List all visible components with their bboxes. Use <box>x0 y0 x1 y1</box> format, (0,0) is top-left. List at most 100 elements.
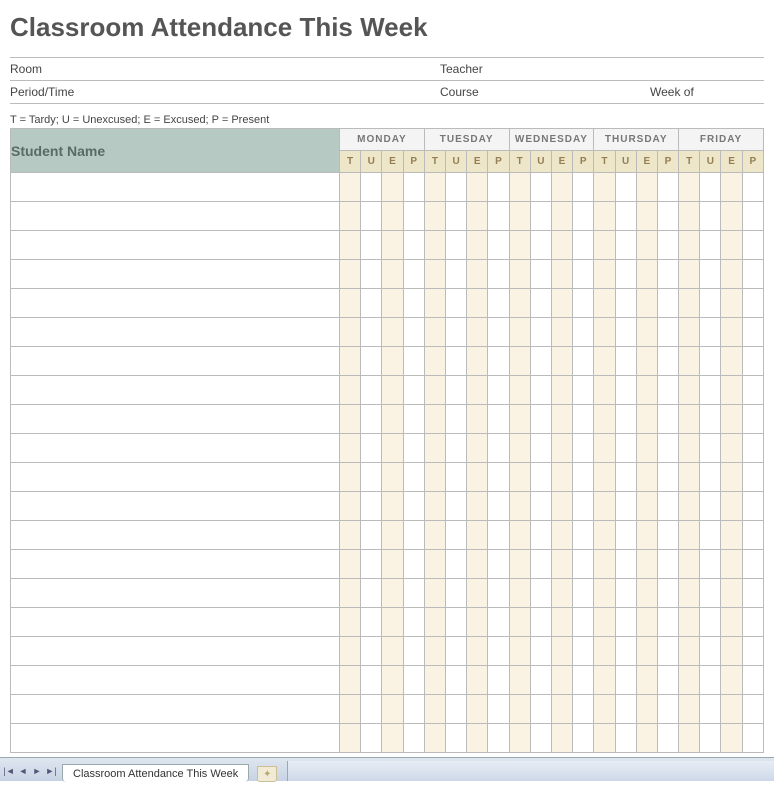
attendance-cell[interactable] <box>657 202 678 231</box>
attendance-cell[interactable] <box>742 318 763 347</box>
attendance-cell[interactable] <box>615 231 636 260</box>
attendance-cell[interactable] <box>742 260 763 289</box>
attendance-cell[interactable] <box>615 434 636 463</box>
attendance-cell[interactable] <box>403 579 424 608</box>
attendance-cell[interactable] <box>340 724 361 753</box>
attendance-cell[interactable] <box>488 376 509 405</box>
attendance-cell[interactable] <box>700 666 721 695</box>
attendance-cell[interactable] <box>679 347 700 376</box>
attendance-cell[interactable] <box>382 521 403 550</box>
attendance-cell[interactable] <box>488 637 509 666</box>
attendance-cell[interactable] <box>488 695 509 724</box>
student-name-cell[interactable] <box>11 405 340 434</box>
attendance-cell[interactable] <box>742 492 763 521</box>
attendance-cell[interactable] <box>657 492 678 521</box>
attendance-cell[interactable] <box>742 608 763 637</box>
attendance-cell[interactable] <box>340 289 361 318</box>
attendance-cell[interactable] <box>445 724 466 753</box>
attendance-cell[interactable] <box>551 666 572 695</box>
attendance-cell[interactable] <box>530 347 551 376</box>
attendance-cell[interactable] <box>340 405 361 434</box>
tab-nav-next-icon[interactable]: ► <box>30 761 44 781</box>
attendance-cell[interactable] <box>445 231 466 260</box>
attendance-cell[interactable] <box>361 202 382 231</box>
attendance-cell[interactable] <box>361 521 382 550</box>
attendance-cell[interactable] <box>636 724 657 753</box>
attendance-cell[interactable] <box>340 637 361 666</box>
attendance-cell[interactable] <box>509 637 530 666</box>
attendance-cell[interactable] <box>594 376 615 405</box>
student-name-cell[interactable] <box>11 695 340 724</box>
attendance-cell[interactable] <box>424 521 445 550</box>
attendance-cell[interactable] <box>636 695 657 724</box>
attendance-cell[interactable] <box>636 376 657 405</box>
attendance-cell[interactable] <box>382 637 403 666</box>
attendance-cell[interactable] <box>340 521 361 550</box>
student-name-cell[interactable] <box>11 173 340 202</box>
attendance-cell[interactable] <box>615 405 636 434</box>
attendance-cell[interactable] <box>551 202 572 231</box>
attendance-cell[interactable] <box>530 492 551 521</box>
student-name-cell[interactable] <box>11 463 340 492</box>
attendance-cell[interactable] <box>573 405 594 434</box>
attendance-cell[interactable] <box>530 173 551 202</box>
attendance-cell[interactable] <box>445 666 466 695</box>
attendance-cell[interactable] <box>530 579 551 608</box>
tab-nav-last-icon[interactable]: ►| <box>44 761 58 781</box>
attendance-cell[interactable] <box>530 260 551 289</box>
attendance-cell[interactable] <box>445 492 466 521</box>
attendance-cell[interactable] <box>679 492 700 521</box>
attendance-cell[interactable] <box>594 666 615 695</box>
attendance-cell[interactable] <box>594 579 615 608</box>
attendance-cell[interactable] <box>657 318 678 347</box>
attendance-cell[interactable] <box>594 260 615 289</box>
attendance-cell[interactable] <box>636 492 657 521</box>
attendance-cell[interactable] <box>679 724 700 753</box>
attendance-cell[interactable] <box>657 550 678 579</box>
attendance-cell[interactable] <box>594 434 615 463</box>
attendance-cell[interactable] <box>721 434 742 463</box>
attendance-cell[interactable] <box>382 289 403 318</box>
attendance-cell[interactable] <box>530 202 551 231</box>
student-name-cell[interactable] <box>11 666 340 695</box>
attendance-cell[interactable] <box>467 405 488 434</box>
attendance-cell[interactable] <box>467 376 488 405</box>
attendance-cell[interactable] <box>551 289 572 318</box>
attendance-cell[interactable] <box>361 637 382 666</box>
attendance-cell[interactable] <box>530 608 551 637</box>
attendance-cell[interactable] <box>509 405 530 434</box>
attendance-cell[interactable] <box>594 347 615 376</box>
attendance-cell[interactable] <box>340 579 361 608</box>
attendance-cell[interactable] <box>721 318 742 347</box>
attendance-cell[interactable] <box>594 231 615 260</box>
attendance-cell[interactable] <box>361 231 382 260</box>
attendance-cell[interactable] <box>509 202 530 231</box>
attendance-cell[interactable] <box>721 579 742 608</box>
student-name-cell[interactable] <box>11 434 340 463</box>
student-name-cell[interactable] <box>11 724 340 753</box>
attendance-cell[interactable] <box>488 202 509 231</box>
attendance-cell[interactable] <box>509 434 530 463</box>
attendance-cell[interactable] <box>530 637 551 666</box>
attendance-cell[interactable] <box>551 405 572 434</box>
attendance-cell[interactable] <box>424 695 445 724</box>
attendance-cell[interactable] <box>424 231 445 260</box>
attendance-cell[interactable] <box>721 550 742 579</box>
attendance-cell[interactable] <box>573 289 594 318</box>
attendance-cell[interactable] <box>509 231 530 260</box>
attendance-cell[interactable] <box>573 724 594 753</box>
attendance-cell[interactable] <box>403 637 424 666</box>
attendance-cell[interactable] <box>382 376 403 405</box>
attendance-cell[interactable] <box>509 318 530 347</box>
attendance-cell[interactable] <box>467 521 488 550</box>
attendance-cell[interactable] <box>361 173 382 202</box>
attendance-cell[interactable] <box>679 318 700 347</box>
attendance-cell[interactable] <box>636 608 657 637</box>
attendance-cell[interactable] <box>382 463 403 492</box>
attendance-cell[interactable] <box>530 695 551 724</box>
attendance-cell[interactable] <box>700 318 721 347</box>
attendance-cell[interactable] <box>573 260 594 289</box>
attendance-cell[interactable] <box>742 405 763 434</box>
attendance-cell[interactable] <box>424 666 445 695</box>
attendance-cell[interactable] <box>382 260 403 289</box>
